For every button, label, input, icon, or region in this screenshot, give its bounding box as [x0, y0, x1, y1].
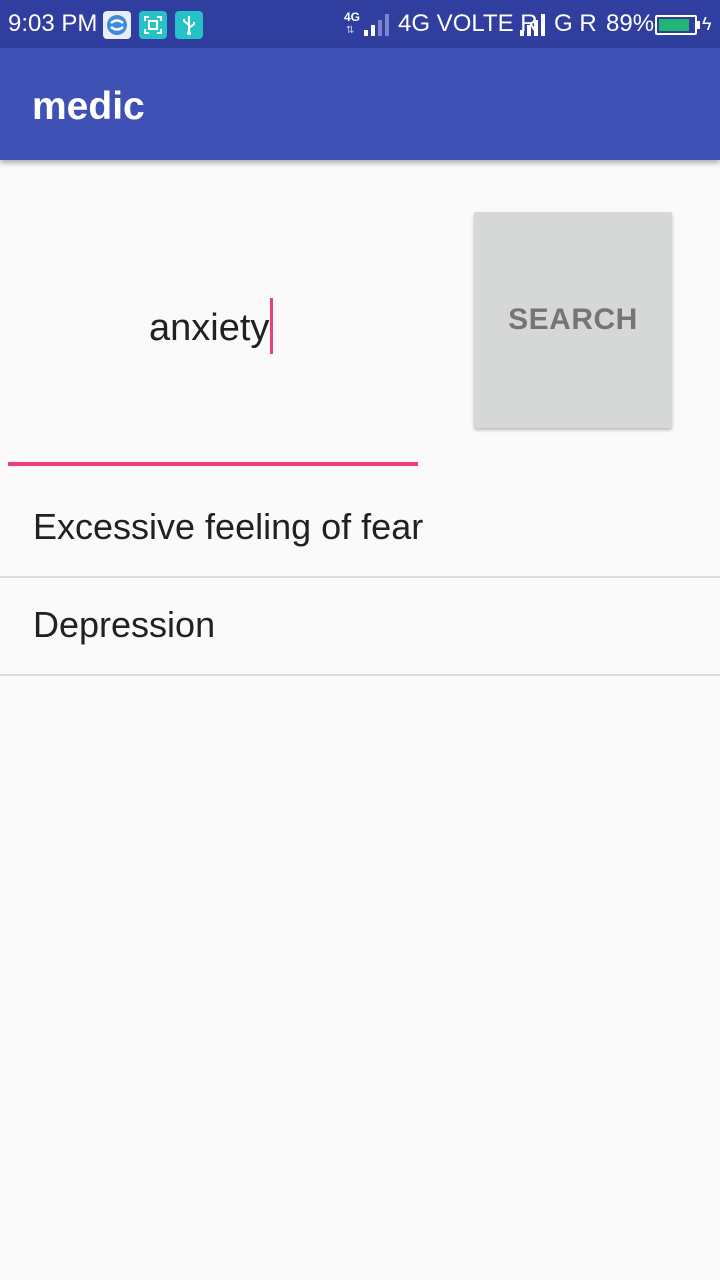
- status-bar: 9:03 PM 4G ⇅ 4G VOLTE R G R 89% ϟ: [0, 0, 720, 48]
- list-item[interactable]: Excessive feeling of fear: [0, 480, 720, 578]
- network-label-2: G R: [554, 10, 597, 37]
- network-type-small: 4G: [344, 10, 361, 24]
- battery-percent: 89%: [606, 10, 655, 37]
- status-time: 9:03 PM: [8, 10, 98, 37]
- sync-icon: [103, 11, 131, 39]
- battery-icon: [655, 15, 697, 35]
- list-item-label: Excessive feeling of fear: [33, 506, 424, 547]
- search-button[interactable]: SEARCH: [474, 212, 672, 428]
- text-cursor: [270, 298, 274, 354]
- battery-tip: [697, 21, 700, 29]
- app-title: medic: [32, 85, 145, 128]
- charging-icon: ϟ: [702, 14, 712, 34]
- network-label-1: 4G VOLTE R: [398, 10, 538, 37]
- app-bar: medic: [0, 48, 720, 160]
- list-item-label: Depression: [33, 604, 216, 645]
- results-list: Excessive feeling of fear Depression: [0, 480, 720, 676]
- signal-strength-icon: [520, 14, 550, 36]
- search-input[interactable]: anxiety: [8, 210, 418, 466]
- usb-icon: [175, 11, 203, 39]
- search-text: anxiety: [149, 307, 270, 350]
- list-item[interactable]: Depression: [0, 578, 720, 676]
- screenshot-icon: [139, 11, 167, 39]
- signal-strength-icon: [364, 14, 396, 36]
- search-input-underline: [8, 462, 418, 466]
- data-activity-icon: ⇅: [346, 25, 355, 36]
- search-input-value: anxiety: [149, 298, 274, 358]
